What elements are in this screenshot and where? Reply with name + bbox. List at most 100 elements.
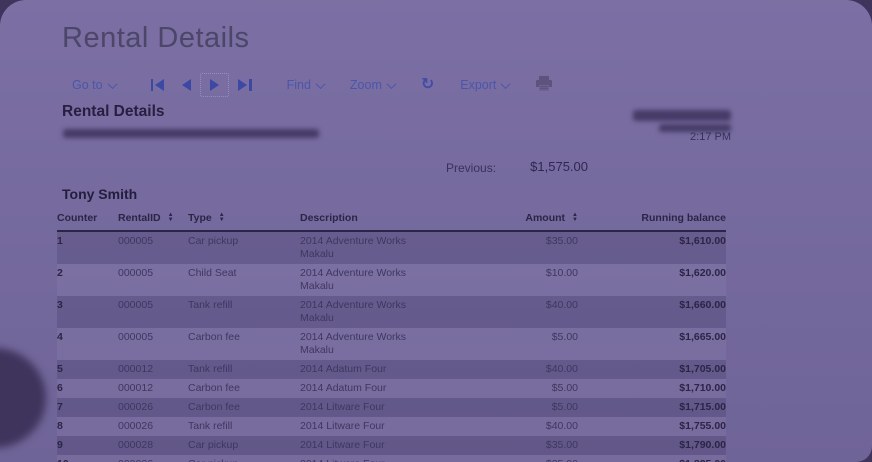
goto-label: Go to bbox=[72, 78, 103, 92]
cell-rental-id: 000005 bbox=[118, 235, 154, 247]
cell-amount: $40.00 bbox=[545, 420, 578, 432]
cell-counter: 2 bbox=[57, 267, 63, 279]
cell-amount: $35.00 bbox=[520, 455, 590, 462]
cell-running-balance: $1,755.00 bbox=[679, 420, 726, 432]
find-dropdown[interactable]: Find bbox=[281, 74, 330, 96]
last-page-icon bbox=[238, 79, 248, 91]
last-page-button[interactable] bbox=[229, 74, 261, 96]
report-viewer-card: Rental Details Go to Find Zoom ↻ Export … bbox=[0, 0, 872, 462]
cell-running-balance: $1,825.00 bbox=[590, 455, 726, 462]
table-row: 4 000005 Carbon fee 2014 Adventure Works… bbox=[57, 328, 726, 360]
next-page-button[interactable] bbox=[200, 73, 230, 97]
col-header-description: Description bbox=[300, 208, 520, 232]
table-row: 3 000005 Tank refill 2014 Adventure Work… bbox=[57, 296, 726, 328]
export-dropdown[interactable]: Export bbox=[454, 74, 515, 96]
cell-description: 2014 Adventure Works Makalu bbox=[300, 235, 407, 260]
chevron-down-icon bbox=[107, 78, 118, 89]
cell-description: 2014 Litware Four bbox=[300, 401, 385, 413]
report-heading: Rental Details bbox=[62, 103, 165, 120]
table-row: 2 000005 Child Seat 2014 Adventure Works… bbox=[57, 264, 726, 296]
zoom-dropdown[interactable]: Zoom bbox=[344, 74, 401, 96]
col-header-rentalid[interactable]: RentalID ▲ ▼ bbox=[118, 208, 188, 232]
cell-running-balance: $1,705.00 bbox=[679, 363, 726, 375]
cell-rental-id: 000012 bbox=[118, 382, 154, 394]
print-button[interactable] bbox=[529, 74, 559, 96]
table-row: 6 000012 Carbon fee 2014 Adatum Four $5.… bbox=[57, 379, 726, 398]
cell-counter: 9 bbox=[57, 439, 63, 451]
cell-type: Tank refill bbox=[188, 363, 233, 375]
cell-running-balance: $1,610.00 bbox=[679, 235, 726, 247]
report-time: 2:17 PM bbox=[690, 131, 731, 143]
cell-amount: $35.00 bbox=[545, 439, 578, 451]
sort-icon[interactable]: ▲ ▼ bbox=[219, 212, 225, 223]
table-row: 9 000028 Car pickup 2014 Litware Four $3… bbox=[57, 436, 726, 455]
sort-icon[interactable]: ▲ ▼ bbox=[168, 212, 174, 223]
cell-rental-id: 000028 bbox=[118, 439, 154, 451]
cell-running-balance: $1,660.00 bbox=[679, 299, 726, 311]
cell-description: 2014 Adventure Works Makalu bbox=[300, 267, 407, 292]
cell-amount: $40.00 bbox=[545, 299, 578, 311]
cell-description: 2014 Litware Four bbox=[300, 439, 385, 451]
cell-type: Carbon fee bbox=[188, 382, 240, 394]
cell-type: Carbon fee bbox=[188, 331, 240, 343]
refresh-button[interactable]: ↻ bbox=[415, 77, 440, 93]
prev-page-button[interactable] bbox=[173, 74, 200, 96]
first-page-icon bbox=[150, 79, 154, 91]
goto-dropdown[interactable]: Go to bbox=[66, 74, 122, 96]
col-header-amount[interactable]: Amount ▲ ▼ bbox=[520, 208, 590, 232]
cell-amount: $5.00 bbox=[551, 401, 578, 413]
cell-type: Car pickup bbox=[188, 235, 239, 247]
cell-rental-id: 000026 bbox=[118, 401, 154, 413]
cell-counter: 1 bbox=[57, 235, 63, 247]
redacted-subtitle bbox=[63, 129, 319, 138]
chevron-down-icon bbox=[315, 78, 326, 89]
cell-description: 2014 Adventure Works Makalu bbox=[300, 331, 407, 356]
cell-description: 2014 Adventure Works Makalu bbox=[300, 299, 407, 324]
cell-rental-id: 000005 bbox=[118, 299, 154, 311]
cell-running-balance: $1,710.00 bbox=[679, 382, 726, 394]
group-heading-customer: Tony Smith bbox=[62, 186, 138, 202]
sort-icon[interactable]: ▲ ▼ bbox=[572, 212, 578, 223]
cell-type: Tank refill bbox=[188, 420, 233, 432]
cell-description: 2014 Adatum Four bbox=[300, 382, 387, 394]
cell-counter: 3 bbox=[57, 299, 63, 311]
col-header-counter: Counter bbox=[57, 208, 118, 232]
cell-rental-id: 000012 bbox=[118, 363, 154, 375]
cell-type: Car pickup bbox=[188, 439, 239, 451]
table-header-row: Counter RentalID ▲ ▼ Type ▲ ▼ Description bbox=[57, 208, 726, 232]
cell-amount: $35.00 bbox=[545, 235, 578, 247]
pager-controls bbox=[142, 73, 261, 97]
cell-amount: $40.00 bbox=[545, 363, 578, 375]
cell-counter: 10 bbox=[57, 455, 118, 462]
cell-running-balance: $1,790.00 bbox=[679, 439, 726, 451]
cell-type: Child Seat bbox=[188, 267, 237, 279]
chevron-down-icon bbox=[500, 78, 511, 89]
print-icon bbox=[536, 76, 553, 91]
col-header-type[interactable]: Type ▲ ▼ bbox=[188, 208, 300, 232]
table-row: 8 000026 Tank refill 2014 Litware Four $… bbox=[57, 417, 726, 436]
cell-amount: $5.00 bbox=[551, 331, 578, 343]
cell-counter: 8 bbox=[57, 420, 63, 432]
zoom-label: Zoom bbox=[349, 78, 382, 92]
table-row: 5 000012 Tank refill 2014 Adatum Four $4… bbox=[57, 360, 726, 379]
screenshot-stage: Rental Details Go to Find Zoom ↻ Export … bbox=[0, 0, 872, 462]
table-row: 10 000036 Car pickup 2014 Litware Four $… bbox=[57, 455, 726, 462]
rental-details-table: Counter RentalID ▲ ▼ Type ▲ ▼ Description bbox=[57, 208, 726, 462]
cell-rental-id: 000036 bbox=[118, 455, 188, 462]
cell-rental-id: 000005 bbox=[118, 267, 154, 279]
cell-rental-id: 000026 bbox=[118, 420, 154, 432]
chevron-down-icon bbox=[386, 78, 397, 89]
first-page-button[interactable] bbox=[142, 74, 174, 96]
table-row: 7 000026 Carbon fee 2014 Litware Four $5… bbox=[57, 398, 726, 417]
cell-counter: 7 bbox=[57, 401, 63, 413]
table-row: 1 000005 Car pickup 2014 Adventure Works… bbox=[57, 231, 726, 264]
cell-description: 2014 Litware Four bbox=[300, 420, 385, 432]
cell-amount: $5.00 bbox=[551, 382, 578, 394]
cell-amount: $10.00 bbox=[545, 267, 578, 279]
report-toolbar: Go to Find Zoom ↻ Export bbox=[66, 72, 559, 98]
redacted-header-line-1 bbox=[633, 110, 731, 121]
cell-type: Tank refill bbox=[188, 299, 233, 311]
cell-description: 2014 Adatum Four bbox=[300, 363, 387, 375]
find-label: Find bbox=[286, 78, 311, 92]
cell-running-balance: $1,665.00 bbox=[679, 331, 726, 343]
